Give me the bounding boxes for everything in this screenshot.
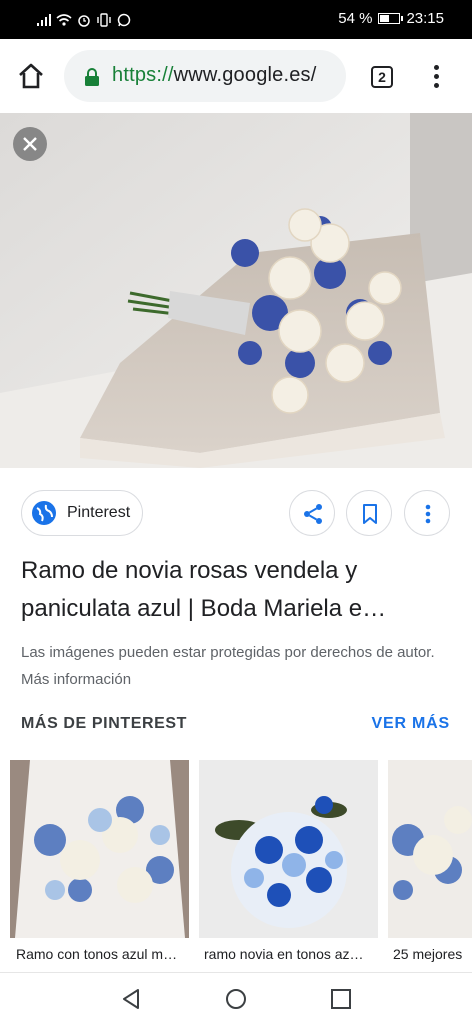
bookmark-icon [363,504,377,524]
share-icon [304,504,322,524]
see-more-link[interactable]: VER MÁS [372,715,451,733]
vibrate-icon [96,13,112,27]
url-scheme: https:// [112,64,174,86]
wifi-icon [56,13,72,27]
more-options-button[interactable] [404,490,450,536]
status-bar: 54 % 23:15 [0,0,472,39]
image-title-line1: Ramo de novia rosas vendela y [21,557,358,584]
related-thumb-2[interactable] [199,760,378,938]
browser-toolbar: https://www.google.es/ 2 [0,39,472,114]
whatsapp-icon [116,13,132,27]
more-vert-icon [425,504,431,524]
more-vert-icon[interactable] [426,63,446,91]
recents-square-icon[interactable] [329,987,353,1011]
related-caption-3[interactable]: 25 mejores [393,946,472,962]
related-section-title: MÁS DE PINTEREST [21,715,188,732]
bouquet-photo[interactable] [0,113,472,468]
battery-percent: 54 % [338,10,373,27]
alarm-icon [76,13,92,27]
status-icons [36,12,132,28]
source-name: Pinterest [67,504,131,521]
home-icon[interactable] [16,61,46,91]
battery-icon [378,13,404,24]
share-button[interactable] [289,490,335,536]
globe-icon [32,501,56,525]
address-bar[interactable]: https://www.google.es/ [64,50,346,102]
related-thumb-1[interactable] [10,760,189,938]
clock: 23:15 [406,10,444,27]
save-button[interactable] [346,490,392,536]
back-icon[interactable] [119,987,143,1011]
lock-icon [84,68,100,86]
copyright-notice[interactable]: Las imágenes pueden estar protegidas por… [21,639,441,693]
status-right: 54 % 23:15 [338,10,444,27]
related-caption-1[interactable]: Ramo con tonos azul m… [16,946,188,962]
signal-icon [36,13,52,27]
home-circle-icon[interactable] [224,987,248,1011]
system-nav-bar [0,972,472,1025]
related-caption-2[interactable]: ramo novia en tonos az… [204,946,376,962]
url-text: https://www.google.es/ [112,64,317,87]
url-host: www.google.es/ [173,64,317,86]
image-title[interactable]: Ramo de novia rosas vendela y paniculata… [21,552,451,628]
tab-switcher-button[interactable]: 2 [371,66,393,88]
source-chip[interactable]: Pinterest [21,490,143,536]
image-title-line2: paniculata azul | Boda Mariela e… [21,595,387,622]
related-thumb-3[interactable] [388,760,472,938]
close-icon[interactable] [13,127,47,161]
